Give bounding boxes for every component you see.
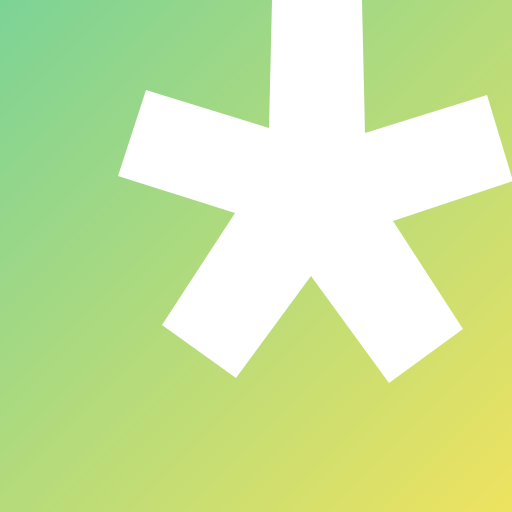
app-logo xyxy=(0,0,512,512)
logo-artwork xyxy=(0,0,512,512)
